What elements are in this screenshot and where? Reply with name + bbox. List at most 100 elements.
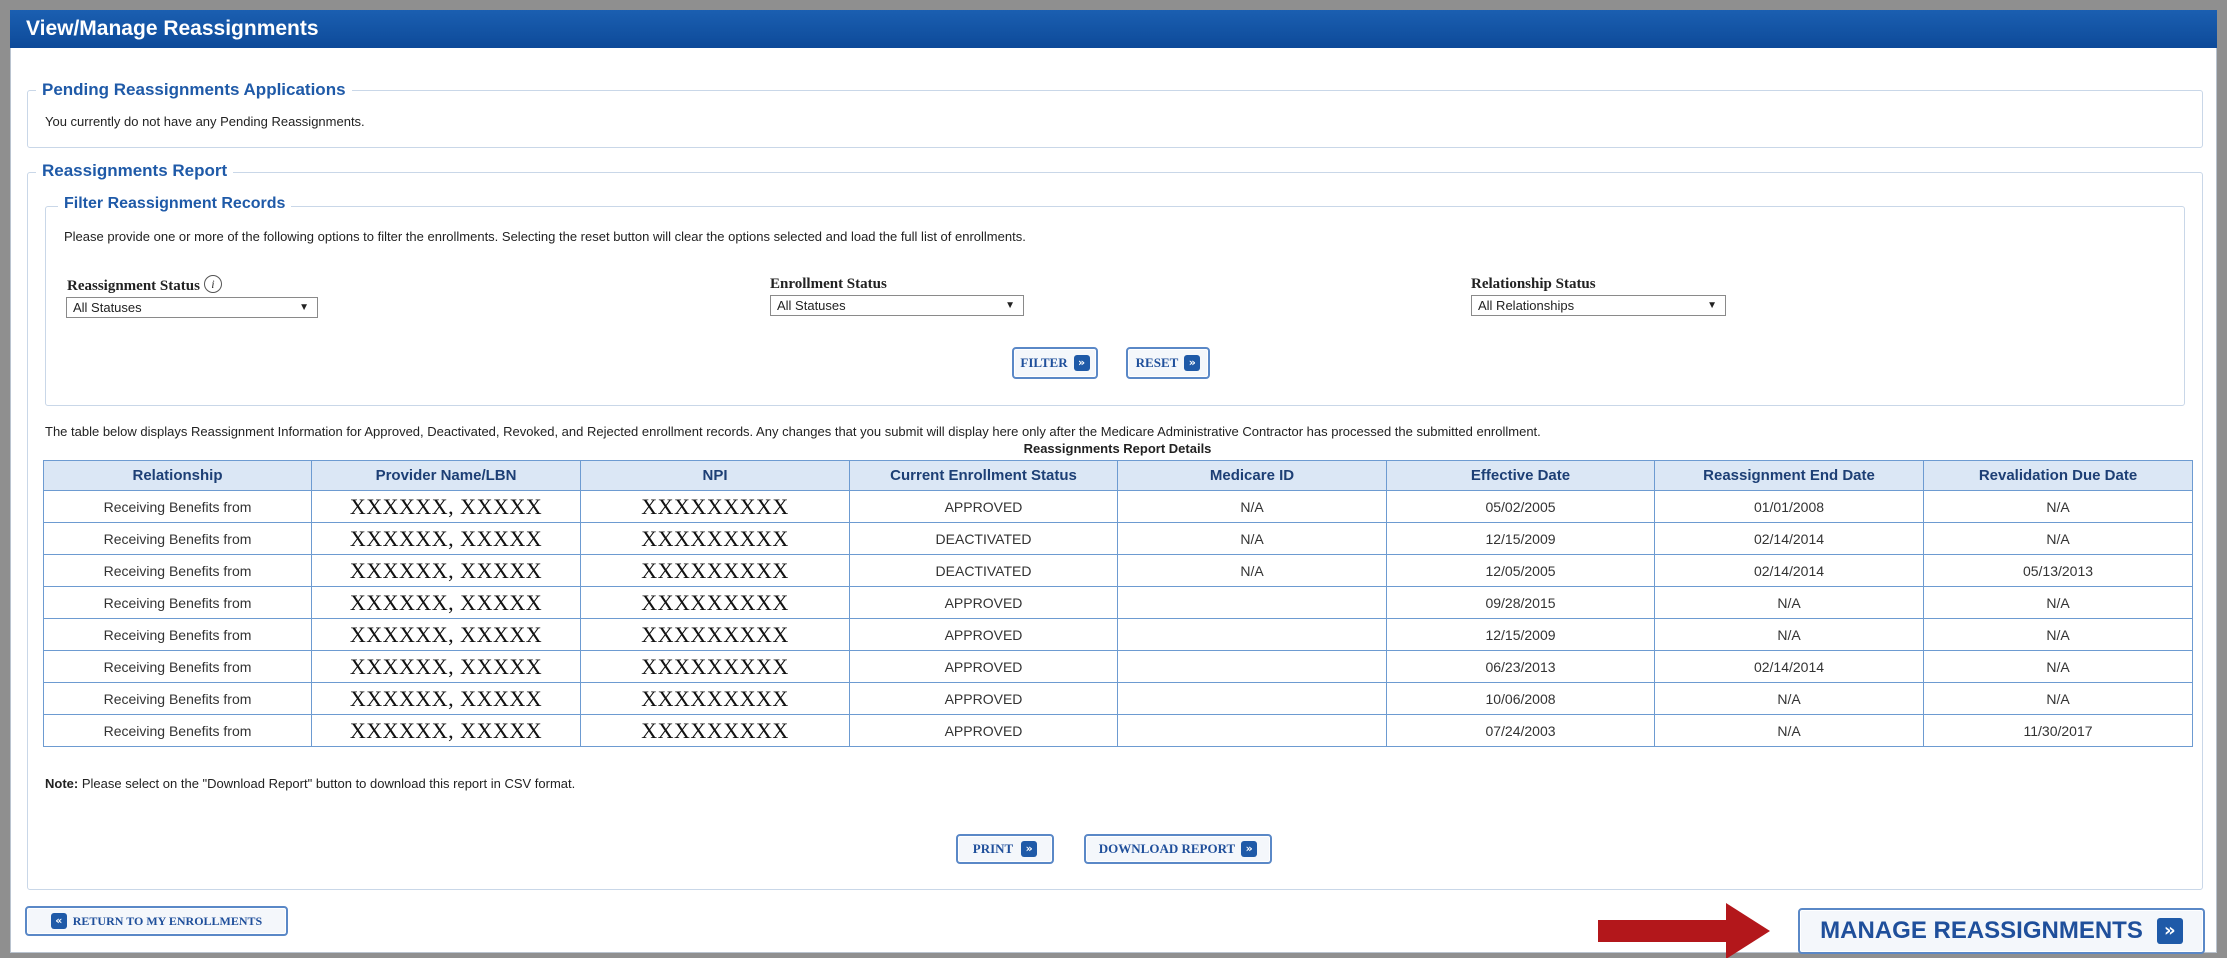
npi-cell: XXXXXXXXX: [580, 522, 850, 555]
manage-reassignments-button[interactable]: MANAGE REASSIGNMENTS »: [1798, 908, 2205, 954]
npi-cell: XXXXXXXXX: [580, 618, 850, 651]
dropdown-arrow-icon: ▼: [1707, 300, 1717, 311]
reassignment-status-label-text: Reassignment Status: [67, 278, 200, 294]
pending-legend: Pending Reassignments Applications: [36, 80, 352, 100]
column-header[interactable]: Effective Date: [1386, 460, 1655, 491]
reassignment-status-value: All Statuses: [73, 300, 142, 315]
effective-date-cell: 06/23/2013: [1386, 650, 1655, 683]
npi-cell: XXXXXXXXX: [580, 682, 850, 715]
filter-legend: Filter Reassignment Records: [58, 194, 292, 214]
chevron-right-icon: »: [2156, 918, 2183, 944]
medicare-id-cell: [1117, 618, 1387, 651]
enrollment-status-cell: APPROVED: [849, 682, 1118, 715]
table-row: Receiving Benefits from XXXXXX, XXXXX XX…: [43, 714, 2193, 747]
end-date-cell: N/A: [1654, 682, 1924, 715]
effective-date-cell: 12/15/2009: [1386, 522, 1655, 555]
effective-date-cell: 12/05/2005: [1386, 554, 1655, 587]
reset-button[interactable]: RESET »: [1126, 347, 1210, 379]
column-header[interactable]: Medicare ID: [1117, 460, 1387, 491]
enrollment-status-select[interactable]: All Statuses ▼: [770, 295, 1024, 316]
table-row: Receiving Benefits from XXXXXX, XXXXX XX…: [43, 618, 2193, 651]
medicare-id-cell: [1117, 714, 1387, 747]
filter-instructions: Please provide one or more of the follow…: [64, 229, 1026, 244]
effective-date-cell: 09/28/2015: [1386, 586, 1655, 619]
medicare-id-cell: [1117, 650, 1387, 683]
provider-name-cell: XXXXXX, XXXXX: [311, 522, 581, 555]
column-header[interactable]: Reassignment End Date: [1654, 460, 1924, 491]
medicare-id-cell: N/A: [1117, 554, 1387, 587]
enrollment-status-cell: APPROVED: [849, 618, 1118, 651]
relationship-status-value: All Relationships: [1478, 298, 1575, 313]
annotation-arrow-icon: [1726, 903, 1770, 958]
column-header[interactable]: Current Enrollment Status: [849, 460, 1118, 491]
relationship-cell: Receiving Benefits from: [43, 618, 312, 651]
relationship-cell: Receiving Benefits from: [43, 586, 312, 619]
enrollment-status-cell: DEACTIVATED: [849, 522, 1118, 555]
report-note: Note: Please select on the "Download Rep…: [45, 776, 575, 791]
dropdown-arrow-icon: ▼: [299, 302, 309, 313]
effective-date-cell: 12/15/2009: [1386, 618, 1655, 651]
chevron-right-icon: »: [1241, 841, 1258, 857]
download-report-button-label: DOWNLOAD REPORT: [1098, 841, 1236, 856]
print-button-label: PRINT: [972, 841, 1014, 856]
revalidation-date-cell: N/A: [1923, 618, 2193, 651]
npi-cell: XXXXXXXXX: [580, 714, 850, 747]
end-date-cell: N/A: [1654, 586, 1924, 619]
column-header[interactable]: Relationship: [43, 460, 312, 491]
column-header[interactable]: NPI: [580, 460, 850, 491]
chevron-left-icon: «: [50, 913, 67, 929]
column-header[interactable]: Provider Name/LBN: [311, 460, 581, 491]
table-row: Receiving Benefits from XXXXXX, XXXXX XX…: [43, 522, 2193, 555]
medicare-id-cell: [1117, 586, 1387, 619]
table-row: Receiving Benefits from XXXXXX, XXXXX XX…: [43, 490, 2193, 523]
table-row: Receiving Benefits from XXXXXX, XXXXX XX…: [43, 682, 2193, 715]
pending-message: You currently do not have any Pending Re…: [45, 114, 365, 129]
revalidation-date-cell: N/A: [1923, 682, 2193, 715]
filter-button[interactable]: FILTER »: [1012, 347, 1098, 379]
reassignment-status-select[interactable]: All Statuses ▼: [66, 297, 318, 318]
column-header[interactable]: Revalidation Due Date: [1923, 460, 2193, 491]
print-button[interactable]: PRINT »: [956, 834, 1054, 864]
effective-date-cell: 05/02/2005: [1386, 490, 1655, 523]
enrollment-status-label: Enrollment Status: [770, 276, 887, 292]
page-title: View/Manage Reassignments: [10, 10, 2217, 48]
revalidation-date-cell: N/A: [1923, 490, 2193, 523]
medicare-id-cell: [1117, 682, 1387, 715]
chevron-right-icon: »: [1073, 355, 1090, 371]
npi-cell: XXXXXXXXX: [580, 650, 850, 683]
enrollment-status-cell: APPROVED: [849, 650, 1118, 683]
reset-button-label: RESET: [1135, 355, 1179, 370]
return-to-my-enrollments-button[interactable]: RETURN TO MY ENROLLMENTS «: [25, 906, 288, 936]
manage-reassignments-label: MANAGE REASSIGNMENTS: [1820, 917, 2143, 944]
npi-cell: XXXXXXXXX: [580, 554, 850, 587]
provider-name-cell: XXXXXX, XXXXX: [311, 714, 581, 747]
provider-name-cell: XXXXXX, XXXXX: [311, 490, 581, 523]
report-legend: Reassignments Report: [36, 161, 234, 181]
info-icon[interactable]: i: [203, 275, 222, 293]
end-date-cell: 01/01/2008: [1654, 490, 1924, 523]
table-row: Receiving Benefits from XXXXXX, XXXXX XX…: [43, 554, 2193, 587]
revalidation-date-cell: 11/30/2017: [1923, 714, 2193, 747]
relationship-cell: Receiving Benefits from: [43, 554, 312, 587]
provider-name-cell: XXXXXX, XXXXX: [311, 554, 581, 587]
provider-name-cell: XXXXXX, XXXXX: [311, 618, 581, 651]
relationship-cell: Receiving Benefits from: [43, 650, 312, 683]
medicare-id-cell: N/A: [1117, 490, 1387, 523]
relationship-cell: Receiving Benefits from: [43, 714, 312, 747]
reassignments-table: Relationship Provider Name/LBN NPI Curre…: [43, 460, 2193, 747]
effective-date-cell: 10/06/2008: [1386, 682, 1655, 715]
relationship-status-select[interactable]: All Relationships ▼: [1471, 295, 1726, 316]
enrollment-status-cell: DEACTIVATED: [849, 554, 1118, 587]
enrollment-status-cell: APPROVED: [849, 586, 1118, 619]
enrollment-status-cell: APPROVED: [849, 714, 1118, 747]
relationship-status-label: Relationship Status: [1471, 276, 1596, 292]
end-date-cell: N/A: [1654, 618, 1924, 651]
npi-cell: XXXXXXXXX: [580, 490, 850, 523]
end-date-cell: 02/14/2014: [1654, 650, 1924, 683]
note-text: Please select on the "Download Report" b…: [81, 776, 576, 791]
enrollment-status-cell: APPROVED: [849, 490, 1118, 523]
relationship-cell: Receiving Benefits from: [43, 682, 312, 715]
relationship-cell: Receiving Benefits from: [43, 522, 312, 555]
table-caption: Reassignments Report Details: [1023, 441, 1212, 456]
download-report-button[interactable]: DOWNLOAD REPORT »: [1084, 834, 1272, 864]
